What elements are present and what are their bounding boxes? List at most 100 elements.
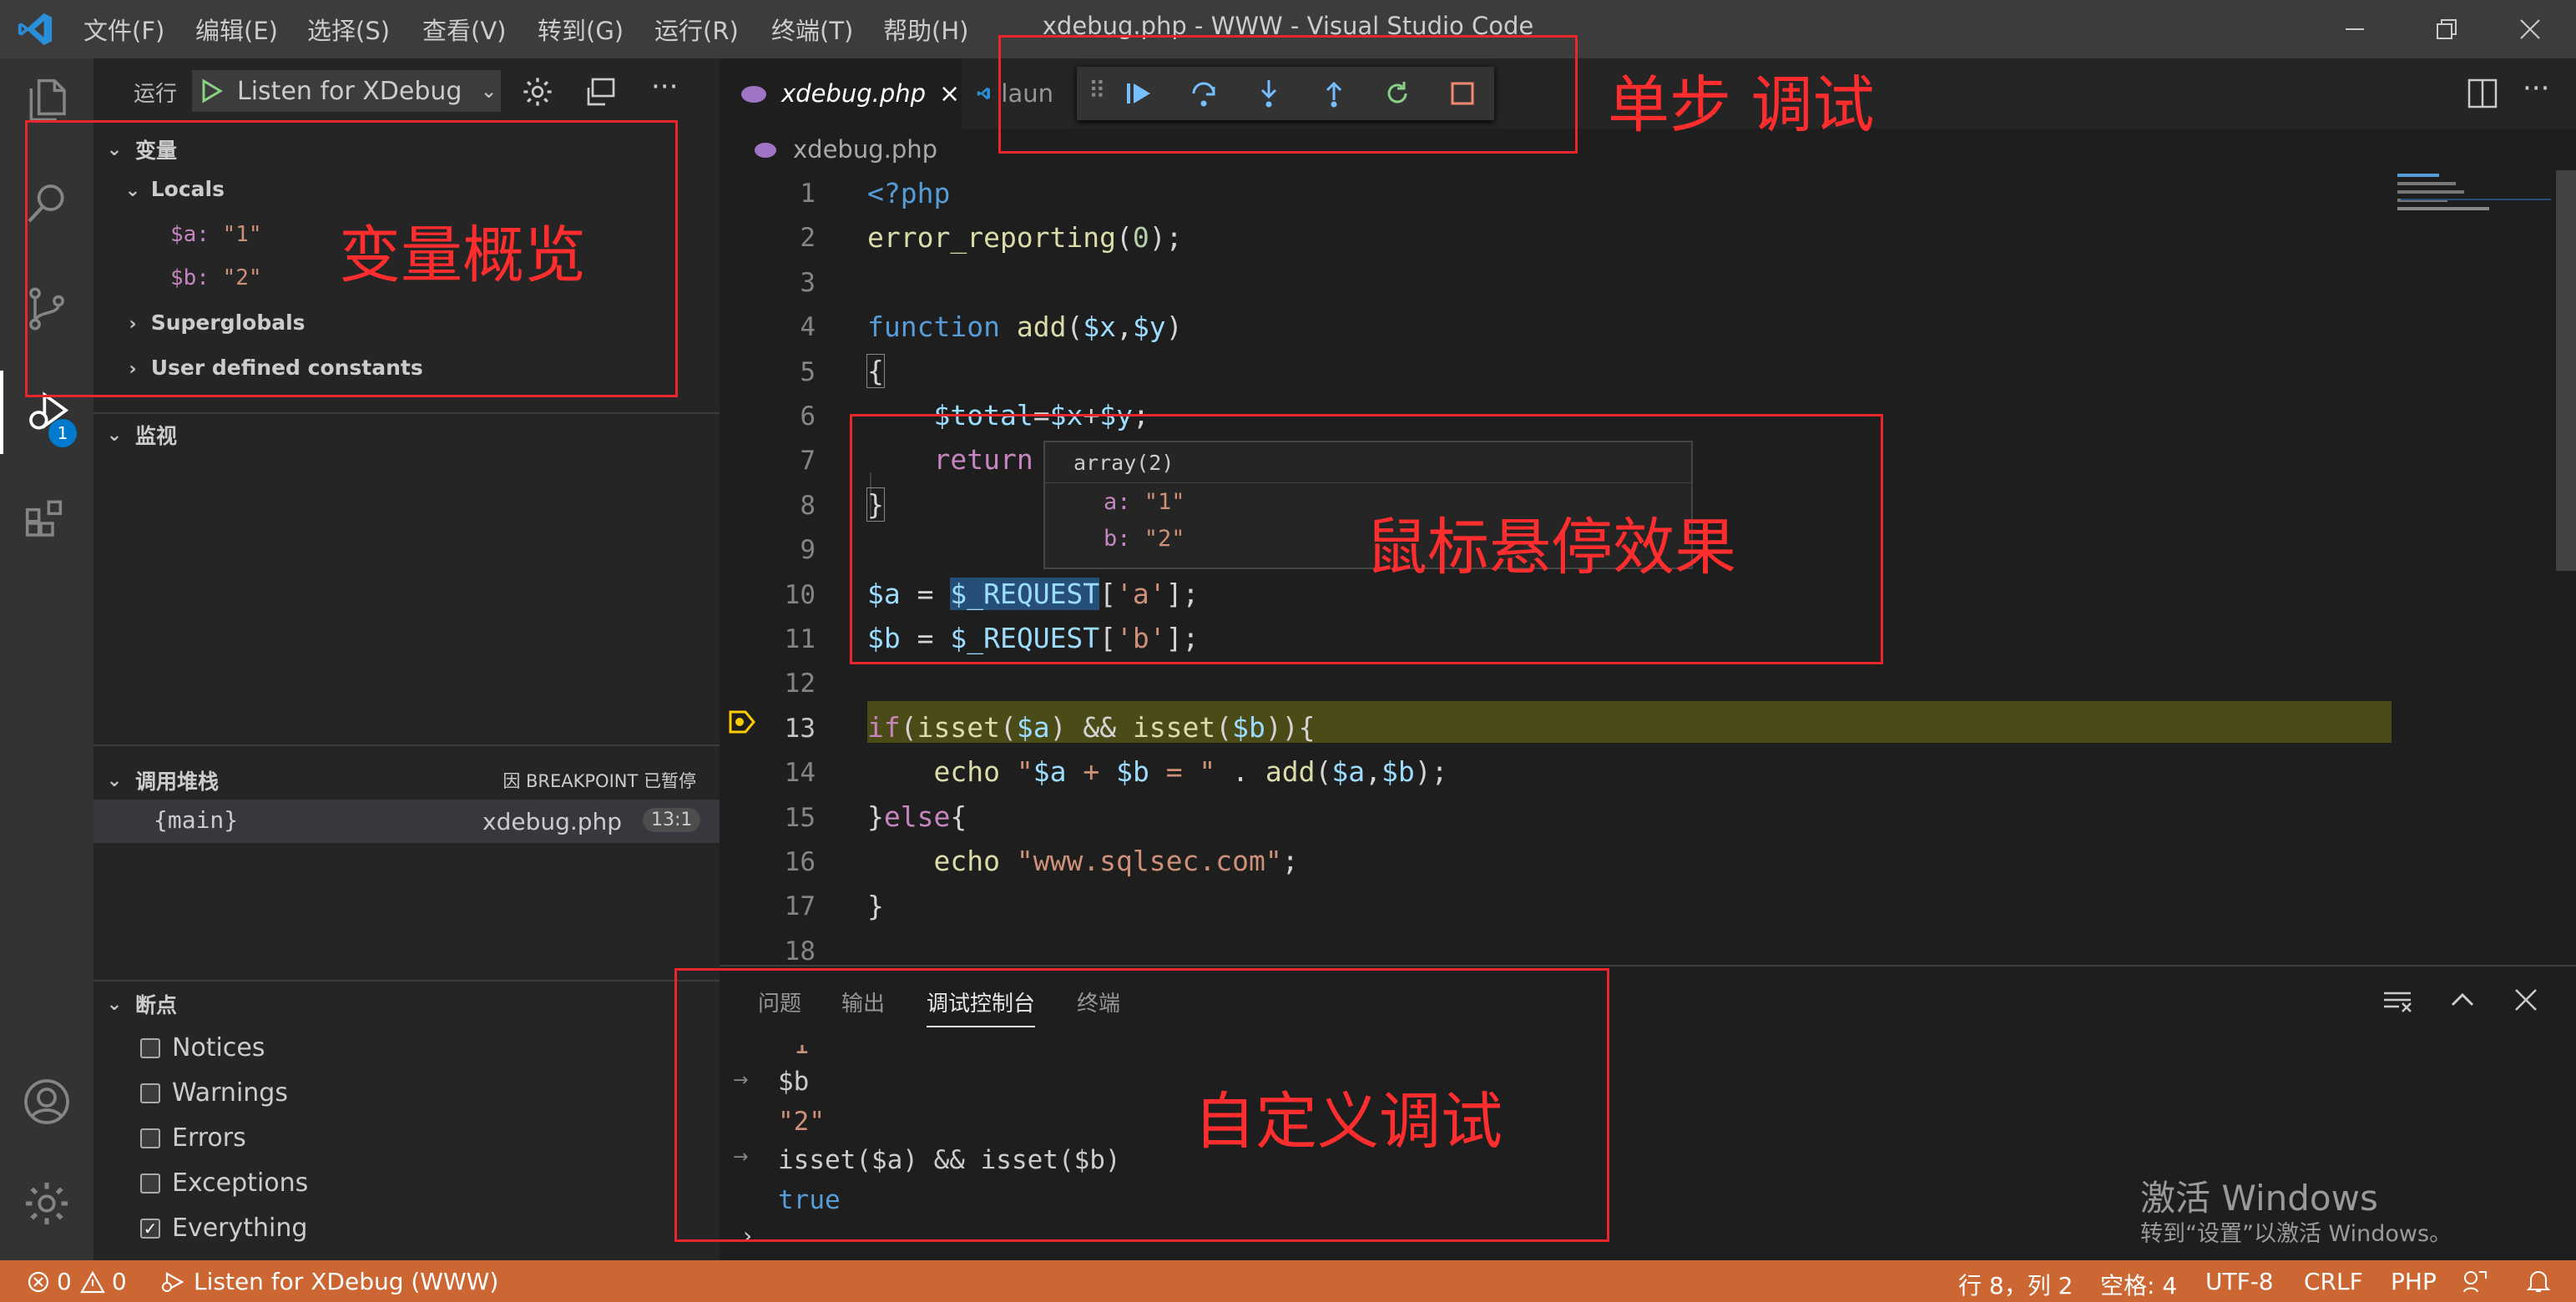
line-number: 18 xyxy=(784,936,816,966)
checkbox[interactable] xyxy=(140,1173,160,1194)
encoding[interactable]: UTF-8 xyxy=(2205,1268,2274,1295)
line-number: 7 xyxy=(800,446,816,477)
code-line: echo "www.sqlsec.com"; xyxy=(933,845,1299,877)
play-icon xyxy=(202,78,223,103)
restore-button[interactable] xyxy=(2401,0,2493,58)
php-elephant-icon xyxy=(741,86,766,103)
line-number: 16 xyxy=(784,847,816,877)
activation-watermark-text: 转到“设置”以激活 Windows。 xyxy=(2140,1221,2452,1247)
line-number: 14 xyxy=(784,758,816,789)
warning-icon xyxy=(79,1270,105,1293)
close-icon xyxy=(2520,19,2540,39)
clear-console-icon[interactable] xyxy=(2382,988,2412,1013)
checkbox-checked[interactable]: ✓ xyxy=(140,1218,160,1239)
debug-console-icon[interactable] xyxy=(584,75,618,108)
menu-file[interactable]: 文件(F) xyxy=(83,12,164,47)
php-elephant-icon xyxy=(755,143,776,158)
breadcrumb[interactable]: xdebug.php xyxy=(753,135,937,164)
code-line: <?php xyxy=(867,177,951,209)
minimap-slider[interactable] xyxy=(2401,199,2551,200)
extensions-icon xyxy=(25,500,63,537)
debug-config-select[interactable]: Listen for XDebug ⌄ xyxy=(192,70,501,112)
watch-section-header[interactable]: ⌄ 监视 xyxy=(93,414,720,456)
cursor-position[interactable]: 行 8，列 2 xyxy=(1958,1268,2073,1301)
line-number: 5 xyxy=(800,356,816,387)
annotation-hover-effect: 鼠标悬停效果 xyxy=(1366,512,1736,583)
settings-gear-icon[interactable] xyxy=(521,75,554,108)
activation-watermark-title: 激活 Windows xyxy=(2140,1178,2378,1219)
callstack-section-header[interactable]: ⌄ 调用堆栈 因 BREAKPOINT 已暂停 xyxy=(93,760,720,801)
menu-run[interactable]: 运行(R) xyxy=(654,12,739,47)
split-editor-icon[interactable] xyxy=(2466,77,2499,110)
tab-xdebug-php[interactable]: xdebug.php × xyxy=(720,58,962,129)
accounts-button[interactable] xyxy=(0,1060,93,1143)
menu-edit[interactable]: 编辑(E) xyxy=(195,12,278,47)
line-number: 8 xyxy=(800,490,816,521)
divider xyxy=(93,980,720,982)
indentation[interactable]: 空格: 4 xyxy=(2100,1268,2177,1301)
debug-config-label: Listen for XDebug xyxy=(237,76,462,106)
breakpoint-errors[interactable]: Errors xyxy=(140,1123,246,1153)
menu-selection[interactable]: 选择(S) xyxy=(307,12,390,47)
menu-goto[interactable]: 转到(G) xyxy=(538,12,624,47)
vscode-file-icon xyxy=(977,87,990,100)
minimize-button[interactable] xyxy=(2309,0,2401,58)
code-line: } xyxy=(867,890,884,922)
vscode-logo-icon xyxy=(18,13,53,46)
feedback-icon[interactable] xyxy=(2461,1269,2488,1294)
bell-icon[interactable] xyxy=(2526,1269,2551,1294)
minimize-icon xyxy=(2346,28,2364,30)
editor-more-icon[interactable]: ··· xyxy=(2523,72,2549,105)
breakpoint-exceptions[interactable]: Exceptions xyxy=(140,1168,308,1198)
annotation-step-debug: 单步 调试 xyxy=(1608,69,1875,141)
line-number: 1 xyxy=(800,179,816,209)
language-mode[interactable]: PHP xyxy=(2391,1268,2437,1295)
code-line: echo "$a + $b = " . add($a,$b); xyxy=(933,755,1448,788)
close-window-button[interactable] xyxy=(2484,0,2576,58)
line-number: 6 xyxy=(800,401,816,431)
line-number: 10 xyxy=(784,579,816,610)
run-label: 运行 xyxy=(134,82,178,107)
debug-badge: 1 xyxy=(48,419,77,447)
manage-button[interactable] xyxy=(0,1162,93,1245)
breakpoints-section-header[interactable]: ⌄ 断点 xyxy=(93,983,720,1025)
line-number: 17 xyxy=(784,891,816,922)
restore-icon xyxy=(2437,19,2457,39)
line-number: 3 xyxy=(800,267,816,298)
menu-view[interactable]: 查看(V) xyxy=(422,12,506,47)
checkbox[interactable] xyxy=(140,1037,160,1058)
debug-alt-icon xyxy=(162,1271,184,1292)
line-number: 2 xyxy=(800,223,816,254)
files-icon xyxy=(29,78,66,122)
problems-indicator[interactable]: 0 0 xyxy=(27,1268,127,1295)
more-actions-icon[interactable]: ··· xyxy=(651,70,678,103)
code-line: { xyxy=(866,354,885,388)
checkbox[interactable] xyxy=(140,1128,160,1148)
divider xyxy=(93,744,720,746)
line-ending[interactable]: CRLF xyxy=(2304,1268,2363,1295)
extensions-button[interactable] xyxy=(0,476,93,559)
menu-terminal[interactable]: 终端(T) xyxy=(771,12,853,47)
status-bar: 0 0 Listen for XDebug (WWW) 行 8，列 2 空格: … xyxy=(0,1260,2576,1302)
callstack-frame[interactable]: {main} xdebug.php 13:1 xyxy=(93,800,720,843)
line-number: 4 xyxy=(800,312,816,343)
maximize-panel-icon[interactable] xyxy=(2449,987,2476,1013)
annotation-custom-debug: 自定义调试 xyxy=(1194,1086,1503,1158)
checkbox[interactable] xyxy=(140,1082,160,1103)
vertical-scrollbar[interactable] xyxy=(2556,170,2576,571)
close-panel-icon[interactable] xyxy=(2514,988,2538,1012)
annotation-box-step xyxy=(998,35,1578,154)
line-number: 9 xyxy=(800,535,816,566)
menu-help[interactable]: 帮助(H) xyxy=(883,12,968,47)
breakpoint-everything[interactable]: ✓ Everything xyxy=(140,1214,307,1243)
close-tab-icon[interactable]: × xyxy=(939,79,960,108)
account-icon xyxy=(24,1079,69,1124)
paused-status: 因 BREAKPOINT 已暂停 xyxy=(503,771,696,791)
code-line: error_reporting(0); xyxy=(867,221,1183,254)
chevron-down-icon: ⌄ xyxy=(480,79,498,103)
line-number: 15 xyxy=(784,802,816,833)
breakpoint-warnings[interactable]: Warnings xyxy=(140,1078,288,1108)
breakpoint-notices[interactable]: Notices xyxy=(140,1033,265,1062)
code-line: }else{ xyxy=(867,800,967,833)
debug-session[interactable]: Listen for XDebug (WWW) xyxy=(160,1268,498,1295)
